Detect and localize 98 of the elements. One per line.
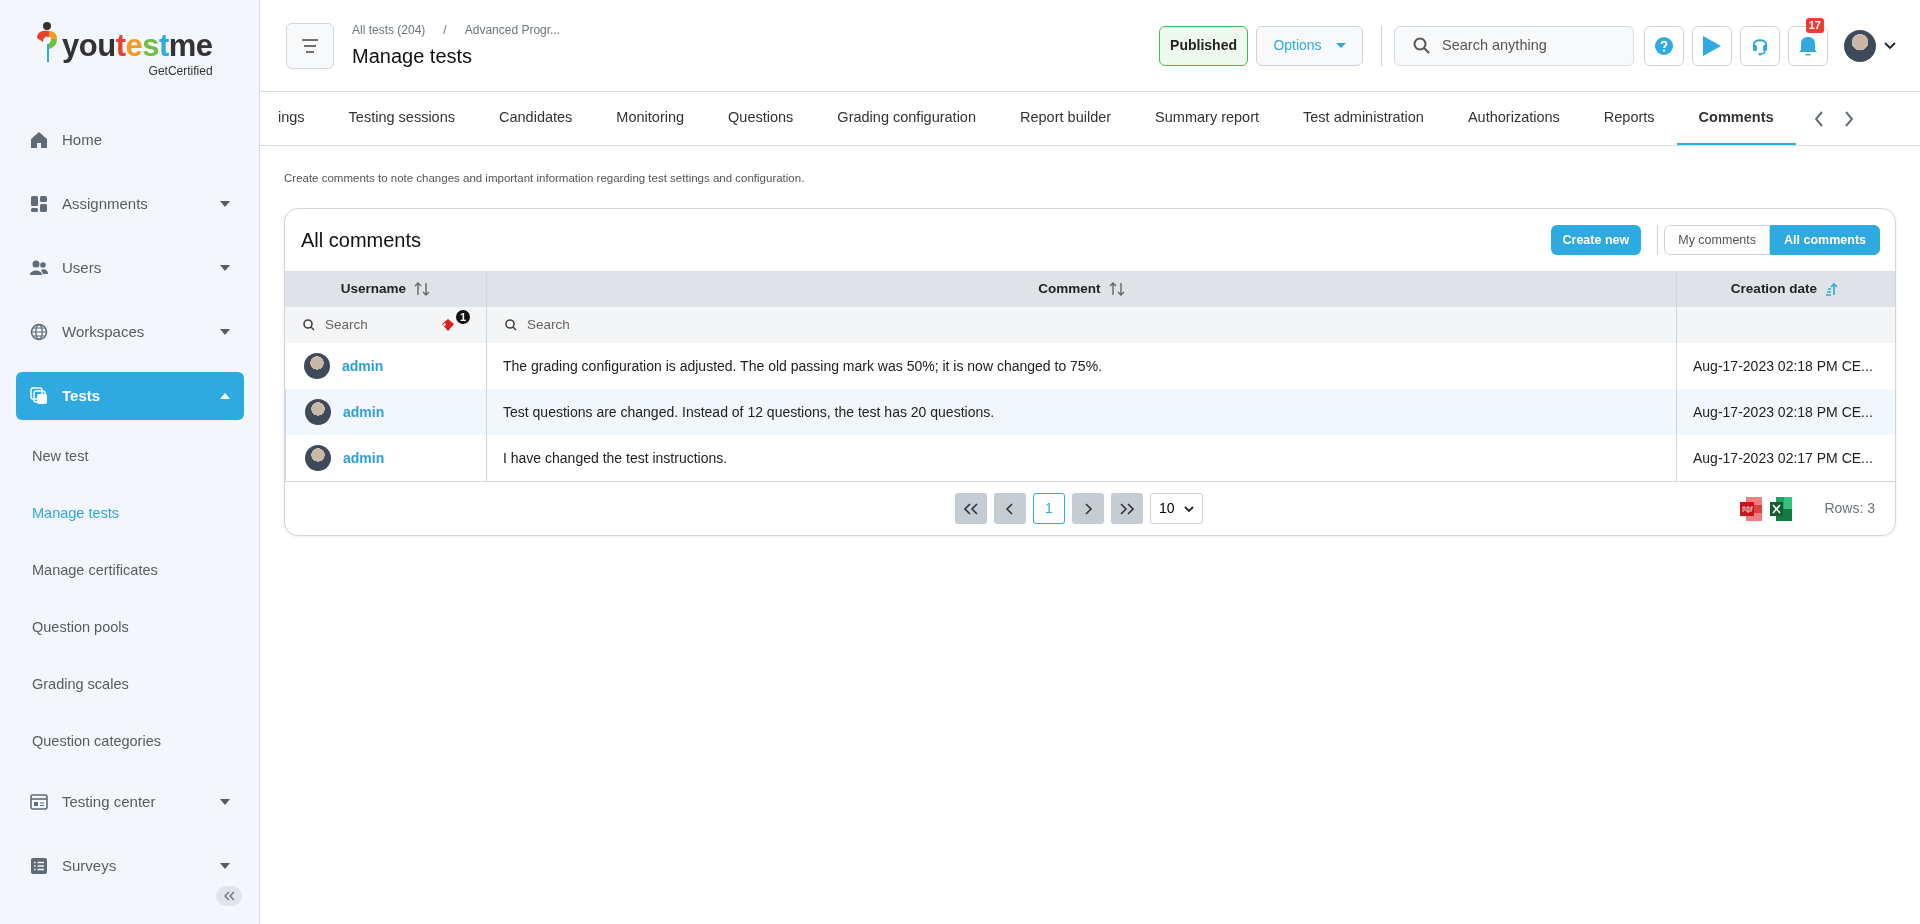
double-chevron-left-icon [964, 502, 978, 515]
support-button[interactable] [1740, 25, 1780, 66]
filter-toggle[interactable]: My comments [1664, 225, 1771, 256]
sidebar-subitem[interactable]: Grading scales [0, 656, 259, 713]
sidebar-group[interactable]: Assignments [16, 180, 244, 228]
caret-icon [220, 201, 230, 207]
breadcrumb-link[interactable]: All tests (204) [352, 20, 426, 39]
filter-count: 1 [455, 310, 470, 325]
search-field[interactable]: Search anything [1394, 25, 1634, 66]
double-chevron-icon [223, 891, 235, 901]
sidebar-subitem[interactable]: Question pools [0, 599, 259, 656]
search-icon [505, 319, 517, 332]
previous-page-button[interactable] [994, 493, 1026, 525]
export-excel-button[interactable] [1770, 496, 1793, 521]
notification-count: 17 [1805, 17, 1824, 33]
tab[interactable]: Grading configuration [815, 92, 998, 145]
double-chevron-right-icon [1120, 502, 1134, 515]
pdf-file-icon [1740, 496, 1763, 521]
sidebar-subitem[interactable]: Manage certificates [0, 542, 259, 599]
help-icon [1655, 36, 1673, 55]
breadcrumb-separator: / [443, 21, 447, 39]
logo-wordmark: youtestme [62, 30, 213, 61]
tab[interactable]: Testing sessions [326, 92, 477, 145]
dashboard-icon [30, 195, 48, 213]
sidebar-subitem[interactable]: Question categories [0, 713, 259, 770]
sidebar-group[interactable]: Users [16, 244, 244, 292]
search-icon [303, 319, 315, 332]
play-button[interactable] [1692, 25, 1732, 66]
comment-text: The grading configuration is adjusted. The old passing mark was 50%; it is now changed to 75%. [503, 356, 1102, 376]
tab[interactable]: Summary report [1133, 92, 1282, 145]
tab[interactable]: Report builder [998, 92, 1134, 145]
avatar-placeholder [304, 353, 330, 380]
home-icon [30, 131, 48, 149]
column-search-field[interactable]: Search 1 [285, 307, 486, 344]
caret-icon [220, 393, 230, 399]
tab[interactable]: Candidates [477, 92, 595, 145]
column-search-input[interactable]: Search [525, 314, 625, 337]
comment-text: I have changed the test instructions. [503, 448, 728, 468]
last-page-button[interactable] [1111, 493, 1143, 525]
date-text: Aug-17-2023 02:18 PM CE... [1693, 356, 1873, 376]
logo-icon [34, 22, 58, 62]
caret-icon [1335, 43, 1346, 48]
search-input[interactable]: Search anything [1440, 33, 1610, 58]
caret-icon [220, 329, 230, 335]
tab[interactable]: Comments [1676, 92, 1796, 145]
status-button[interactable]: Published [1159, 25, 1248, 66]
column-search-input[interactable]: Search [323, 314, 423, 337]
first-page-button[interactable] [955, 493, 987, 525]
page-description: Create comments to note changes and important information regarding test settings and configuration. [284, 171, 806, 186]
bell-icon [1798, 35, 1818, 56]
chevron-down-icon [1184, 505, 1194, 512]
user-avatar[interactable] [1844, 29, 1876, 62]
play-icon [1702, 34, 1722, 57]
sidebar-group[interactable]: Testing center [16, 778, 244, 826]
tab[interactable]: Authorizations [1445, 92, 1582, 145]
page-title: Manage tests [352, 43, 474, 69]
export-pdf-button[interactable] [1740, 496, 1763, 521]
rows-count: Rows: 3 [1824, 499, 1875, 519]
tab[interactable]: Questions [706, 92, 816, 145]
column-header[interactable]: Username [285, 271, 486, 308]
avatar-placeholder [305, 399, 331, 426]
logo-tagline: GetCertified [147, 63, 213, 80]
sidebar-group[interactable]: Workspaces [16, 308, 244, 356]
spreadsheet-icon [1770, 496, 1793, 521]
column-header[interactable]: Comment [486, 271, 1676, 308]
filter-tag-icon[interactable] [440, 318, 455, 333]
breadcrumb-link[interactable]: Advanced Progr... [464, 20, 561, 39]
caret-icon [220, 265, 230, 271]
help-button[interactable] [1644, 25, 1684, 66]
date-text: Aug-17-2023 02:18 PM CE... [1693, 402, 1873, 422]
menu-button[interactable] [286, 22, 334, 69]
search-icon [1413, 37, 1430, 54]
sidebar-item[interactable]: Home [16, 116, 244, 164]
tab[interactable]: Test administration [1281, 92, 1446, 145]
chevron-down-icon[interactable] [1884, 41, 1896, 50]
chevron-right-icon [1844, 110, 1853, 127]
list-icon [30, 857, 48, 875]
menu-icon [301, 38, 319, 53]
collapse-sidebar-button[interactable] [216, 886, 242, 906]
comment-text: Test questions are changed. Instead of 12 questions, the test has 20 questions. [503, 402, 995, 422]
stacked-pages-icon [30, 387, 48, 405]
avatar-placeholder [305, 445, 331, 472]
sidebar-subitem[interactable]: New test [0, 428, 259, 485]
users-icon [30, 259, 48, 277]
column-header[interactable]: Creation date [1676, 271, 1895, 308]
next-page-button[interactable] [1072, 493, 1104, 525]
chevron-left-icon [1814, 110, 1823, 127]
calendar-icon [30, 793, 48, 811]
caret-icon [220, 863, 230, 869]
tab[interactable]: Reports [1581, 92, 1677, 145]
date-text: Aug-17-2023 02:17 PM CE... [1693, 448, 1873, 468]
page-size-select[interactable]: 10 [1150, 493, 1203, 525]
card-title: All comments [301, 228, 422, 254]
tab[interactable]: ings [278, 92, 327, 145]
caret-icon [220, 799, 230, 805]
globe-icon [30, 323, 48, 341]
column-search-field[interactable]: Search [486, 307, 1676, 344]
tab[interactable]: Monitoring [594, 92, 707, 145]
